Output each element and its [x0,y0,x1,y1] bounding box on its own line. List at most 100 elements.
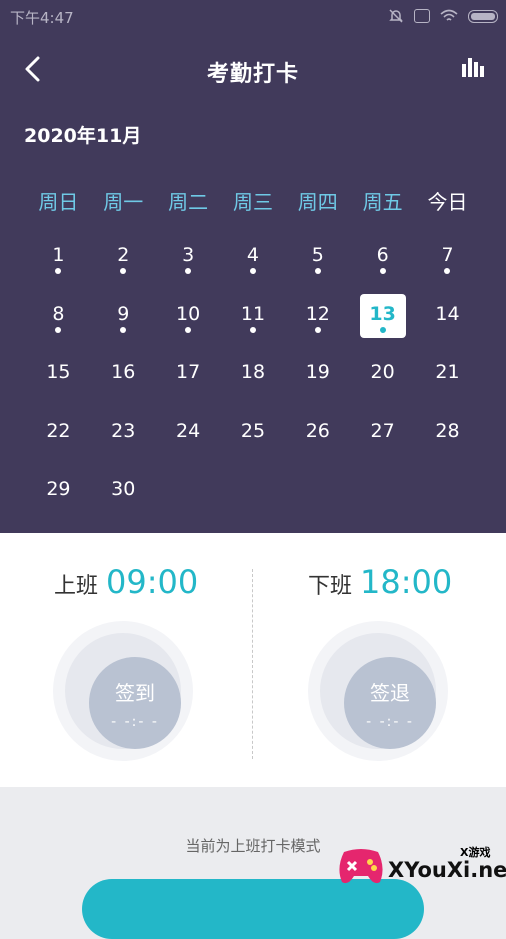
sign-in-button-ring: 签到 - -:- - [53,621,193,761]
attendance-dot [185,268,192,274]
calendar-day[interactable]: 8 [26,295,91,354]
sign-out-button[interactable]: 签退 - -:- - [344,657,436,749]
calendar-day-number: 2 [117,244,130,266]
calendar-day-number: 7 [441,244,454,266]
attendance-dot [55,268,62,274]
attendance-dot [55,326,62,333]
calendar-day[interactable]: 17 [156,353,221,412]
sign-out-status: - -:- - [366,714,414,730]
weekday-tue: 周二 [168,190,209,214]
calendar-day-number: 17 [176,361,201,384]
attendance-dot [120,326,127,333]
calendar-day[interactable]: 5 [285,236,350,295]
calendar-day-number: 28 [435,419,460,442]
calendar-day[interactable]: 21 [415,353,480,412]
attendance-dot [379,326,386,333]
calendar-day[interactable]: 6 [350,236,415,295]
weekday-wed: 周三 [232,190,273,214]
calendar-day[interactable]: 14 [415,295,480,354]
calendar-day-number: 5 [311,244,324,266]
calendar-day-number: 6 [376,244,389,266]
calendar-day[interactable]: 15 [26,353,91,412]
calendar-day[interactable]: 20 [350,353,415,412]
sign-out-label: 签退 [370,681,410,705]
weekday-thu: 周四 [297,190,338,214]
sim-icon [414,9,430,23]
calendar-day[interactable]: 27 [350,412,415,471]
calendar-day[interactable]: 25 [221,412,286,471]
divider [252,569,253,759]
calendar-day[interactable]: 26 [285,412,350,471]
calendar-day[interactable]: 23 [91,412,156,471]
calendar-day-number: 11 [240,302,266,325]
page-title: 考勤打卡 [206,62,299,87]
gamepad-logo-icon [339,849,383,884]
calendar-day[interactable]: 3 [156,236,221,295]
calendar-day[interactable]: 9 [91,295,156,354]
calendar-day-number: 16 [111,361,136,384]
calendar-day-number: 29 [46,478,71,501]
calendar-day[interactable]: 11 [221,295,286,354]
calendar-day-number: 24 [176,419,201,442]
calendar-day[interactable]: 22 [26,412,91,471]
calendar-day[interactable]: 10 [156,295,221,354]
calendar-day-number: 12 [305,302,330,325]
clock-out-header: 下班 18:00 [308,563,452,601]
clock-in-header: 上班 09:00 [54,563,198,601]
weekday-today: 今日 [427,190,468,214]
sign-in-button[interactable]: 签到 - -:- - [89,657,181,749]
calendar-header-panel: 下午4:47 考勤打卡 2020年11月 周日 周一 周二 周三 周四 周五 今… [0,0,506,533]
calendar-day[interactable]: 30 [91,470,156,529]
attendance-dot [120,268,127,274]
calendar-day-number: 26 [305,419,330,442]
statistics-chart-icon[interactable] [460,56,486,78]
calendar-day-selected[interactable]: 13 [350,293,415,354]
calendar-day-number: 30 [111,478,136,501]
clock-card: 上班 09:00 签到 - -:- - 下班 18:00 签退 - -:- - [0,533,506,787]
calendar-grid: 1 2 3 4 5 6 7 8 9 10 11 12 13 14 15 16 17 18 19 20 21 22 23 24 2… [26,236,480,529]
weekday-header: 周日 周一 周二 周三 周四 周五 今日 [26,186,480,215]
mute-icon [389,9,403,23]
calendar-day-number: 1 [52,244,65,266]
attendance-dot [314,326,321,333]
sign-out-button-ring: 签退 - -:- - [308,621,448,761]
calendar-day-number: 8 [52,302,65,325]
calendar-day-number: 14 [435,302,460,325]
status-icons [388,8,498,24]
attendance-dot [185,326,192,333]
calendar-day[interactable]: 29 [26,470,91,529]
wifi-icon [440,9,458,21]
attendance-dot [314,268,321,274]
month-label: 2020年11月 [24,125,142,147]
sign-in-label: 签到 [115,681,155,705]
watermark-text: XYouXi.net [388,858,506,882]
weekday-mon: 周一 [103,190,144,214]
clock-in-time: 09:00 [106,563,199,601]
calendar-day[interactable]: 4 [221,236,286,295]
calendar-day-number: 13 [369,302,396,325]
calendar-day[interactable]: 24 [156,412,221,471]
attendance-dot [379,268,386,274]
calendar-day[interactable]: 16 [91,353,156,412]
calendar-day[interactable]: 28 [415,412,480,471]
battery-icon [468,9,498,23]
calendar-day-number: 27 [370,419,395,442]
calendar-day-number: 10 [176,302,201,325]
calendar-day[interactable]: 18 [221,353,286,412]
calendar-day-number: 25 [240,419,266,442]
calendar-day[interactable]: 2 [91,236,156,295]
calendar-day[interactable]: 1 [26,236,91,295]
calendar-day-number: 3 [182,244,195,266]
status-time: 下午4:47 [10,9,74,27]
attendance-dot [249,326,256,333]
calendar-day-number: 21 [435,361,460,384]
calendar-day-number: 9 [117,302,130,325]
calendar-day-number: 19 [305,361,330,384]
calendar-day[interactable]: 12 [285,295,350,354]
attendance-dot [444,268,451,274]
calendar-day-number: 22 [46,419,71,442]
clock-in-label: 上班 [54,574,99,599]
calendar-day[interactable]: 19 [285,353,350,412]
calendar-day-number: 20 [370,361,395,384]
calendar-day[interactable]: 7 [415,236,480,295]
